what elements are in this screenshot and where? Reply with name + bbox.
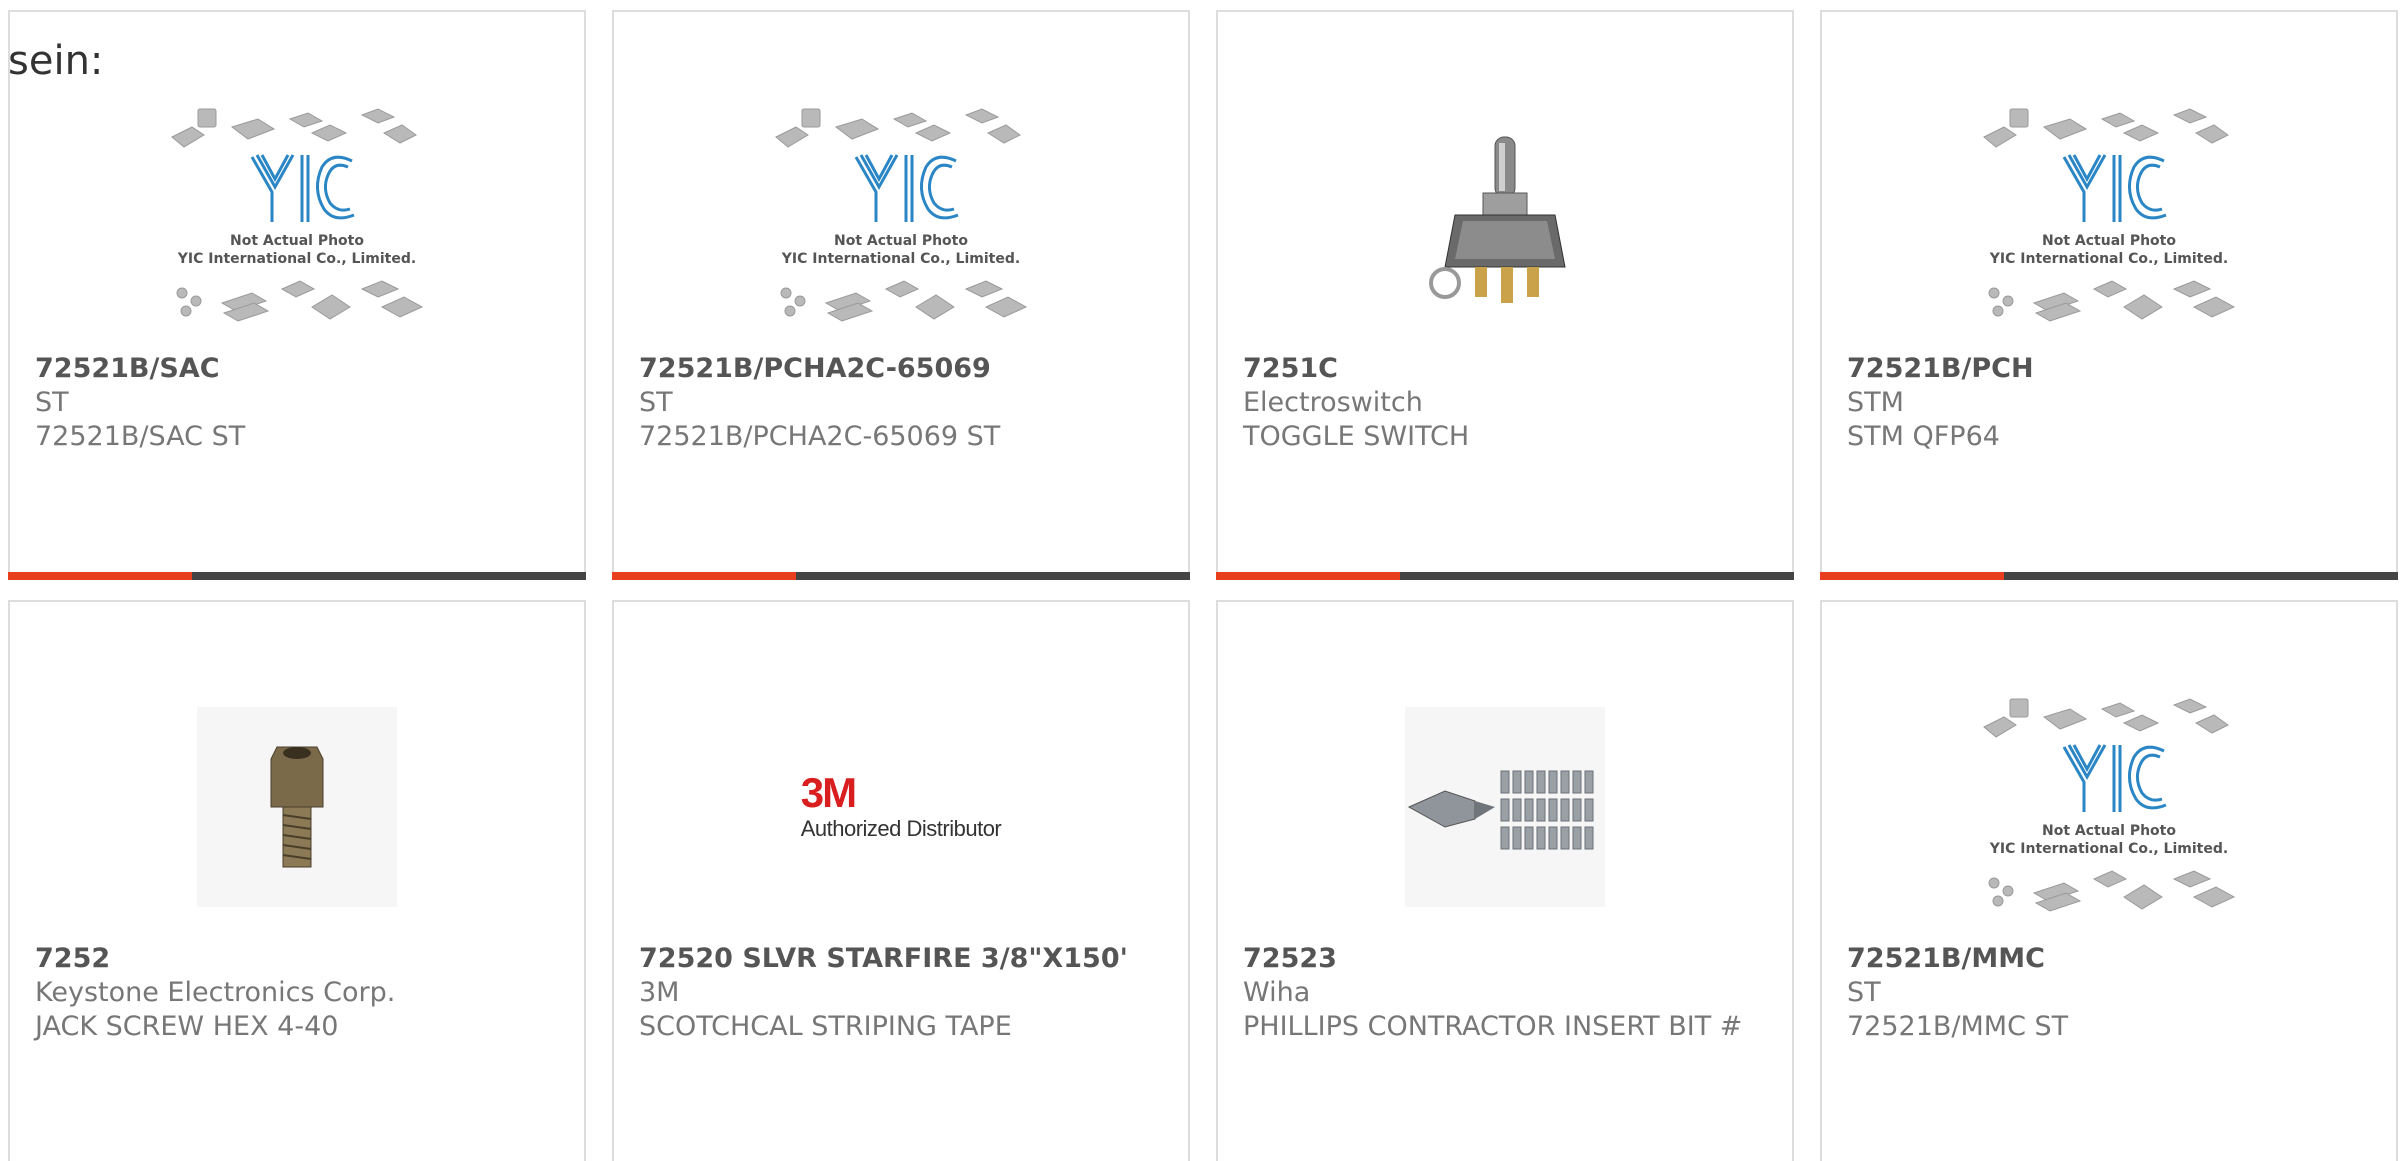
svg-text:YIC International Co., Limited: YIC International Co., Limited. [781, 251, 1020, 267]
manufacturer: STM [1847, 387, 1904, 418]
part-number[interactable]: 72523 [1243, 942, 1772, 976]
manufacturer: ST [1847, 977, 1881, 1008]
manufacturer: ST [639, 387, 673, 418]
part-number[interactable]: 72521B/SAC [35, 352, 564, 386]
card-bottom-bar [1216, 572, 1794, 580]
product-image[interactable] [1218, 672, 1792, 942]
page: sein: Not Actual Photo YIC International… [0, 0, 2400, 1161]
3m-tagline: Authorized Distributor [800, 816, 1002, 841]
description: TOGGLE SWITCH [1243, 421, 1470, 452]
cut-off-heading: sein: [8, 38, 104, 84]
yic-logo-icon [854, 154, 959, 222]
yic-placeholder-image: Not Actual Photo YIC International Co., … [1983, 698, 2236, 912]
jack-screw-image [197, 707, 397, 907]
part-number[interactable]: 72521B/PCH [1847, 352, 2376, 386]
product-info: 72520 SLVR STARFIRE 3/8"X150' 3M SCOTCHC… [639, 942, 1168, 1044]
product-card[interactable]: 7251C Electroswitch TOGGLE SWITCH [1216, 10, 1794, 580]
manufacturer: Wiha [1243, 977, 1311, 1008]
product-info: 72521B/MMC ST 72521B/MMC ST [1847, 942, 2376, 1044]
svg-text:YIC International Co., Limited: YIC International Co., Limited. [177, 251, 416, 267]
svg-text:YIC International Co., Limited: YIC International Co., Limited. [1989, 251, 2228, 267]
part-number[interactable]: 72521B/MMC [1847, 942, 2376, 976]
product-info: 72521B/SAC ST 72521B/SAC ST [35, 352, 564, 454]
product-info: 7251C Electroswitch TOGGLE SWITCH [1243, 352, 1772, 454]
product-image[interactable]: Not Actual Photo YIC International Co., … [1822, 82, 2396, 352]
description: 72521B/SAC ST [35, 421, 246, 452]
3m-logo-image: 3M Authorized Distributor [801, 771, 1002, 843]
product-info: 72521B/PCH STM STM QFP64 [1847, 352, 2376, 454]
svg-text:Not Actual Photo: Not Actual Photo [2042, 823, 2176, 839]
manufacturer: Keystone Electronics Corp. [35, 977, 396, 1008]
product-card[interactable]: Not Actual Photo YIC International Co., … [1820, 10, 2398, 580]
manufacturer: Electroswitch [1243, 387, 1423, 418]
product-card[interactable]: 72523 Wiha PHILLIPS CONTRACTOR INSERT BI… [1216, 600, 1794, 1161]
product-card[interactable]: Not Actual Photo YIC International Co., … [8, 10, 586, 580]
yic-logo-icon [2062, 744, 2167, 812]
3m-brand: 3M [800, 769, 857, 816]
toggle-switch-image [1429, 136, 1566, 303]
part-number[interactable]: 72521B/PCHA2C-65069 [639, 352, 1168, 386]
yic-logo-icon [2062, 154, 2167, 222]
description: PHILLIPS CONTRACTOR INSERT BIT # [1243, 1011, 1743, 1042]
product-card[interactable]: 7252 Keystone Electronics Corp. JACK SCR… [8, 600, 586, 1161]
svg-text:Not Actual Photo: Not Actual Photo [230, 233, 364, 249]
part-number[interactable]: 7252 [35, 942, 564, 976]
svg-text:YIC International Co., Limited: YIC International Co., Limited. [1989, 841, 2228, 857]
yic-placeholder-image: Not Actual Photo YIC International Co., … [775, 108, 1028, 322]
yic-placeholder-image: Not Actual Photo YIC International Co., … [171, 108, 424, 322]
manufacturer: 3M [639, 977, 680, 1008]
yic-placeholder-image: Not Actual Photo YIC International Co., … [1983, 108, 2236, 322]
insert-bits-image [1405, 707, 1605, 907]
product-card[interactable]: Not Actual Photo YIC International Co., … [1820, 600, 2398, 1161]
description: JACK SCREW HEX 4-40 [35, 1011, 339, 1042]
product-image[interactable] [10, 672, 584, 942]
part-number[interactable]: 7251C [1243, 352, 1772, 386]
product-image[interactable]: Not Actual Photo YIC International Co., … [10, 82, 584, 352]
product-card[interactable]: 3M Authorized Distributor 72520 SLVR STA… [612, 600, 1190, 1161]
part-number[interactable]: 72520 SLVR STARFIRE 3/8"X150' [639, 942, 1168, 976]
product-info: 72523 Wiha PHILLIPS CONTRACTOR INSERT BI… [1243, 942, 1772, 1044]
product-card[interactable]: Not Actual Photo YIC International Co., … [612, 10, 1190, 580]
card-bottom-bar [612, 572, 1190, 580]
product-info: 72521B/PCHA2C-65069 ST 72521B/PCHA2C-650… [639, 352, 1168, 454]
svg-text:Not Actual Photo: Not Actual Photo [834, 233, 968, 249]
product-image[interactable]: 3M Authorized Distributor [614, 672, 1188, 942]
card-bottom-bar [8, 572, 586, 580]
product-image[interactable]: Not Actual Photo YIC International Co., … [614, 82, 1188, 352]
product-image[interactable] [1218, 82, 1792, 352]
description: STM QFP64 [1847, 421, 2000, 452]
yic-logo-icon [250, 154, 355, 222]
description: 72521B/PCHA2C-65069 ST [639, 421, 1001, 452]
description: SCOTCHCAL STRIPING TAPE [639, 1011, 1012, 1042]
product-image[interactable]: Not Actual Photo YIC International Co., … [1822, 672, 2396, 942]
product-info: 7252 Keystone Electronics Corp. JACK SCR… [35, 942, 564, 1044]
description: 72521B/MMC ST [1847, 1011, 2069, 1042]
manufacturer: ST [35, 387, 69, 418]
svg-text:Not Actual Photo: Not Actual Photo [2042, 233, 2176, 249]
card-bottom-bar [1820, 572, 2398, 580]
